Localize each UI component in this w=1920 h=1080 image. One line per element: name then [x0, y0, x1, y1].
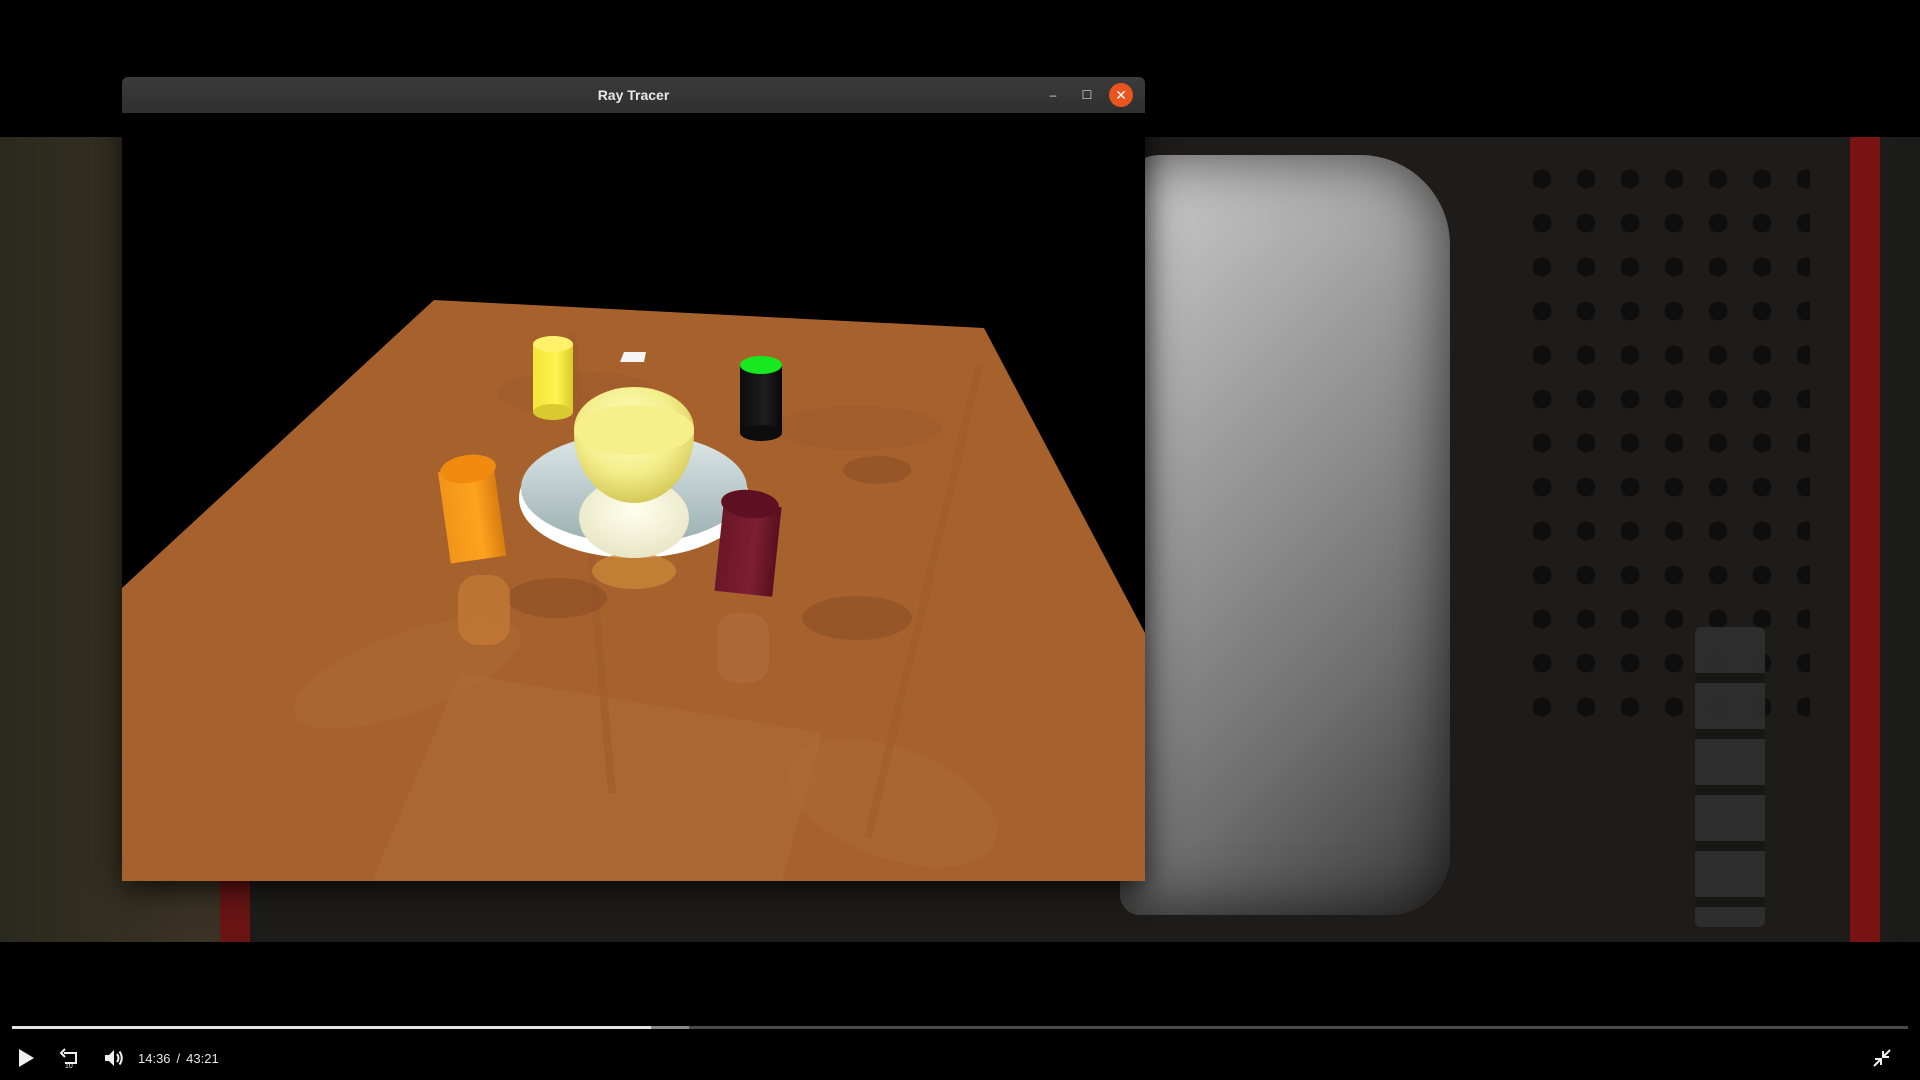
svg-text:10: 10: [65, 1063, 73, 1069]
bowl-base-shadow: [592, 553, 676, 589]
current-time: 14:36: [138, 1050, 171, 1066]
volume-button[interactable]: [96, 1040, 132, 1076]
black-cylinder: [740, 365, 782, 433]
seek-bar[interactable]: [12, 1026, 1908, 1029]
window-titlebar[interactable]: Ray Tracer – ☐ ✕: [122, 77, 1145, 113]
small-card: [620, 352, 646, 362]
maximize-button[interactable]: ☐: [1075, 83, 1099, 107]
window-controls: – ☐ ✕: [1041, 83, 1133, 107]
tv-speaker-grill: [1520, 157, 1810, 717]
green-cylinder-top: [740, 356, 782, 374]
play-button[interactable]: [8, 1040, 44, 1076]
shadow: [802, 596, 912, 640]
volume-icon: [105, 1050, 123, 1066]
close-button[interactable]: ✕: [1109, 83, 1133, 107]
yellow-cylinder-top: [533, 336, 573, 352]
yellow-cylinder-bottom: [533, 404, 573, 420]
reflection: [458, 575, 510, 645]
exit-fullscreen-button[interactable]: [1864, 1040, 1900, 1076]
shadow: [772, 406, 942, 450]
player-controls: 10 14:36 / 43:21: [0, 1040, 1920, 1076]
window-title: Ray Tracer: [597, 87, 670, 103]
time-separator: /: [176, 1050, 181, 1066]
yellow-hemisphere-top: [574, 405, 694, 455]
replay-10-icon: 10: [59, 1048, 77, 1069]
shadow: [507, 578, 607, 618]
minimize-button[interactable]: –: [1041, 83, 1065, 107]
duration: 43:21: [186, 1050, 219, 1066]
yellow-cylinder: [533, 344, 573, 412]
tv-screen-image: [1120, 155, 1450, 915]
reflection: [717, 613, 769, 683]
black-cylinder-bottom: [740, 425, 782, 441]
fullscreen-exit-icon: [1873, 1049, 1891, 1067]
time-display: 14:36 / 43:21: [138, 1051, 219, 1066]
ray-tracer-window[interactable]: Ray Tracer – ☐ ✕: [122, 77, 1145, 881]
tv-channel-buttons: [1695, 627, 1765, 927]
render-canvas: [122, 113, 1145, 881]
play-icon: [19, 1049, 34, 1067]
replay-10-button[interactable]: 10: [52, 1040, 88, 1076]
shadow: [843, 456, 911, 484]
seek-bar-progress: [12, 1026, 651, 1029]
